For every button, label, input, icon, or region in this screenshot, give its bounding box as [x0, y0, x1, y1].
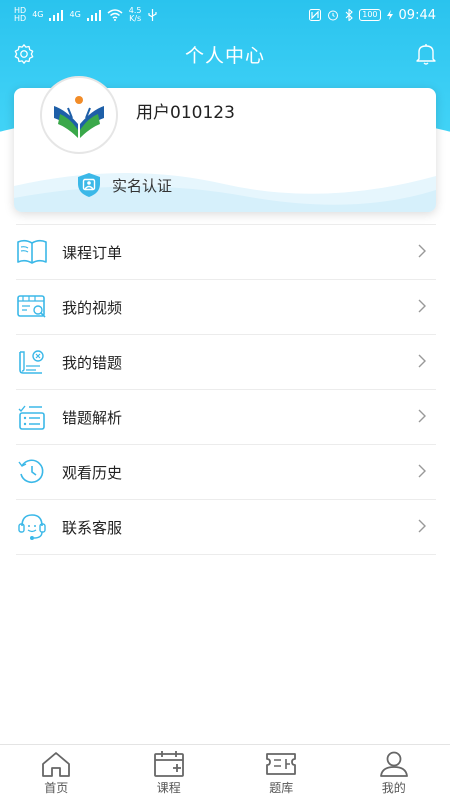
home-icon: [42, 752, 71, 777]
book-icon: [16, 236, 48, 268]
notifications-button[interactable]: [414, 42, 438, 66]
chevron-right-icon: [418, 409, 426, 423]
clock: 09:44: [398, 7, 436, 23]
verify-label: 实名认证: [112, 176, 173, 195]
wifi-icon: [107, 9, 123, 21]
history-icon: [16, 456, 48, 488]
question-bank-icon: [266, 753, 297, 775]
tab-mine[interactable]: 我的: [338, 745, 450, 800]
network-speed: 4.5 K/s: [129, 7, 142, 23]
username: 用户010123: [136, 103, 235, 123]
menu-item-my-wrong-questions[interactable]: 我的错题: [16, 335, 436, 390]
menu-label: 联系客服: [62, 518, 123, 537]
video-icon: [16, 291, 48, 323]
tab-courses[interactable]: 课程: [113, 745, 226, 800]
alarm-icon: [328, 10, 339, 21]
chevron-right-icon: [418, 464, 426, 478]
settings-button[interactable]: [12, 42, 36, 66]
network-type-2: 4G: [69, 10, 81, 19]
network-type-1: 4G: [32, 10, 44, 19]
title-bar: 个人中心: [0, 34, 450, 74]
charging-icon: [386, 10, 393, 20]
tab-question-bank[interactable]: 题库: [225, 745, 338, 800]
status-bar: HD HD 4G 4G 4.5 K/s 100 09:44: [0, 0, 450, 30]
status-right: 100 09:44: [309, 8, 436, 23]
tab-label: 课程: [156, 781, 181, 795]
calendar-add-icon: [153, 751, 184, 777]
bluetooth-icon: [345, 9, 354, 21]
usb-icon: [147, 9, 157, 21]
wrong-question-icon: [16, 346, 48, 378]
tab-label: 首页: [44, 781, 69, 795]
gear-icon: [14, 44, 34, 64]
chevron-right-icon: [418, 519, 426, 533]
tab-label: 题库: [269, 781, 294, 795]
menu-item-wrong-question-analysis[interactable]: 错题解析: [16, 390, 436, 445]
page-title: 个人中心: [184, 44, 265, 67]
menu-label: 我的视频: [62, 298, 123, 317]
logo-icon: [54, 96, 104, 138]
chevron-right-icon: [418, 354, 426, 368]
chevron-right-icon: [418, 244, 426, 258]
battery-indicator: 100: [359, 9, 381, 21]
customer-service-icon: [16, 511, 48, 543]
menu-list: 课程订单 我的视频 我的错题 错题解析 观看历史 联系客服: [16, 224, 436, 555]
menu-item-course-orders[interactable]: 课程订单: [16, 225, 436, 280]
hd-label-2: HD: [14, 14, 27, 23]
menu-label: 我的错题: [62, 353, 123, 372]
avatar[interactable]: [40, 76, 118, 154]
menu-item-watch-history[interactable]: 观看历史: [16, 445, 436, 500]
bottom-tab-bar: 首页 课程 题库 我的: [0, 744, 450, 800]
status-left: HD HD 4G 4G 4.5 K/s: [14, 7, 157, 23]
signal-icon-2: [86, 9, 101, 21]
signal-icon: [49, 9, 64, 21]
menu-label: 课程订单: [62, 243, 123, 262]
menu-label: 观看历史: [62, 463, 123, 482]
speed-unit: K/s: [129, 14, 142, 23]
analysis-list-icon: [16, 401, 48, 433]
hd-indicators: HD HD: [14, 7, 26, 23]
menu-label: 错题解析: [62, 408, 123, 427]
tab-label: 我的: [381, 781, 406, 795]
menu-item-my-videos[interactable]: 我的视频: [16, 280, 436, 335]
shield-icon: [78, 173, 100, 197]
chevron-right-icon: [418, 299, 426, 313]
tab-home[interactable]: 首页: [0, 745, 113, 800]
menu-item-contact-support[interactable]: 联系客服: [16, 500, 436, 555]
real-name-verification[interactable]: 实名认证: [76, 172, 172, 198]
user-icon: [379, 751, 408, 777]
nfc-icon: [309, 9, 322, 21]
bell-icon: [416, 44, 436, 65]
